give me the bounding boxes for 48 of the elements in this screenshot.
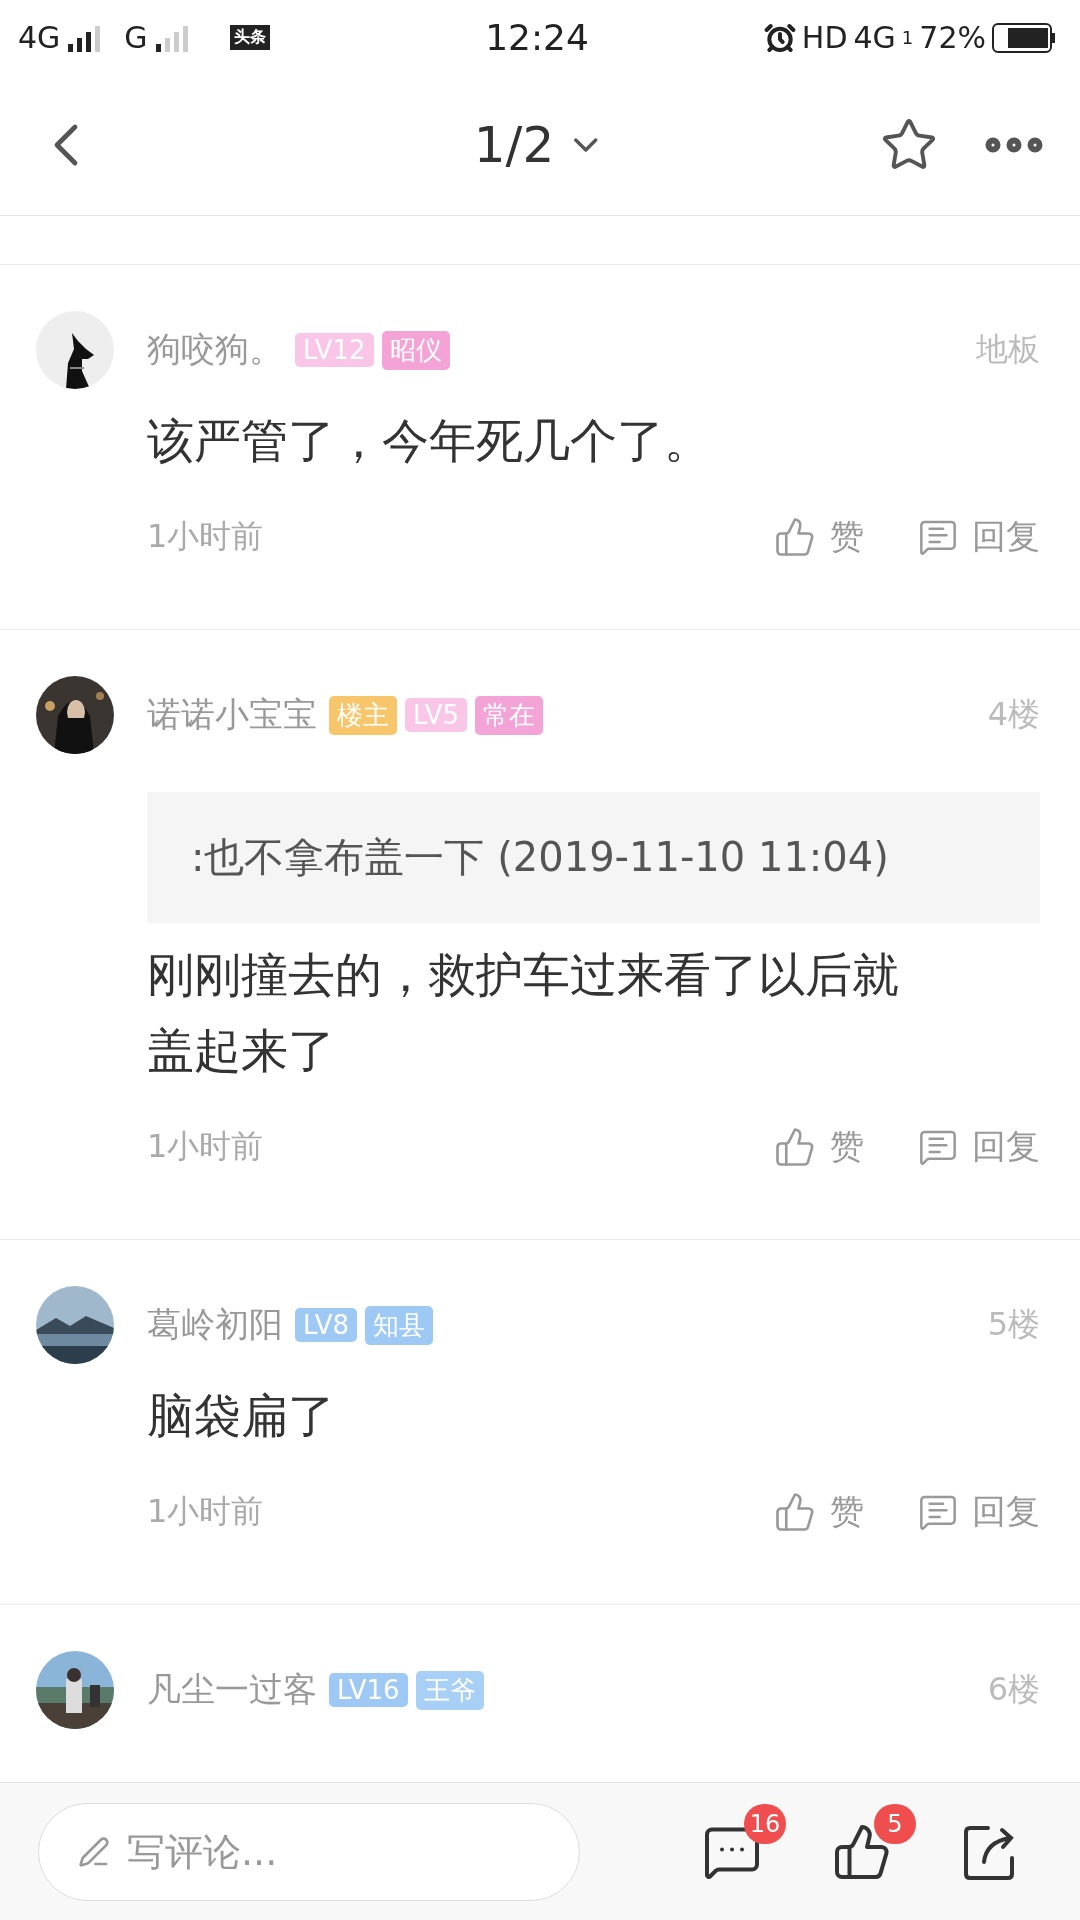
network-label: 4G	[18, 20, 61, 55]
battery-label: 72%	[919, 20, 986, 55]
user-badge: 常在	[474, 695, 543, 735]
network-label: G	[124, 20, 148, 55]
user-badge: LV8	[295, 1308, 357, 1342]
app-badge: 头条	[229, 25, 270, 50]
floor-label: 地板	[976, 329, 1040, 370]
floor-label: 6楼	[987, 1669, 1040, 1710]
floor-label: 5楼	[987, 1304, 1040, 1345]
reply-button[interactable]: 回复	[918, 514, 1040, 560]
user-name[interactable]: 狗咬狗。	[147, 327, 283, 373]
user-badge: 王爷	[415, 1670, 484, 1710]
user-badge: 楼主	[329, 695, 397, 735]
battery-icon	[992, 22, 1056, 53]
user-badge: 昭仪	[381, 330, 450, 370]
like-button[interactable]: 赞	[774, 1124, 864, 1170]
comment-time: 1小时前	[147, 516, 265, 557]
count-badge: 5	[874, 1803, 916, 1844]
hd-label: HD	[801, 20, 848, 55]
floor-label: 4楼	[987, 694, 1040, 735]
comment-text: 刚刚撞去的，救护车过来看了以后就盖起来了	[147, 946, 900, 1080]
user-badge: 知县	[364, 1305, 433, 1345]
comment-text: 脑袋扁了	[147, 1387, 336, 1445]
user-name[interactable]: 凡尘一过客	[147, 1667, 317, 1713]
thumbs-up-icon	[774, 516, 816, 558]
comment-input[interactable]: 写评论...	[38, 1802, 580, 1901]
clock: 12:24	[485, 17, 589, 58]
user-badge: LV16	[329, 1673, 408, 1707]
thumbs-up-icon	[774, 1491, 816, 1533]
page-selector[interactable]: 1/2	[473, 116, 607, 174]
pencil-icon	[78, 1835, 110, 1868]
network-label: 4G	[853, 20, 896, 55]
comment-text: 该严管了，今年死几个了。	[147, 412, 712, 470]
user-name[interactable]: 葛岭初阳	[147, 1302, 283, 1348]
count-badge: 16	[744, 1803, 786, 1844]
like-button[interactable]: 赞	[774, 1489, 864, 1535]
like-button[interactable]: 赞	[774, 514, 864, 560]
reply-button[interactable]: 回复	[918, 1124, 1040, 1170]
comment-time: 1小时前	[147, 1491, 265, 1532]
sim-label: 1	[901, 27, 914, 48]
quoted-comment: :也不拿布盖一下 (2019-11-10 11:04)	[147, 792, 1040, 923]
thumbs-up-icon	[774, 1126, 816, 1168]
alarm-icon	[763, 21, 796, 54]
user-badge: LV12	[295, 333, 374, 367]
user-badge: LV5	[405, 698, 467, 732]
user-name[interactable]: 诺诺小宝宝	[147, 692, 317, 738]
reply-button[interactable]: 回复	[918, 1489, 1040, 1535]
comment-time: 1小时前	[147, 1126, 265, 1167]
